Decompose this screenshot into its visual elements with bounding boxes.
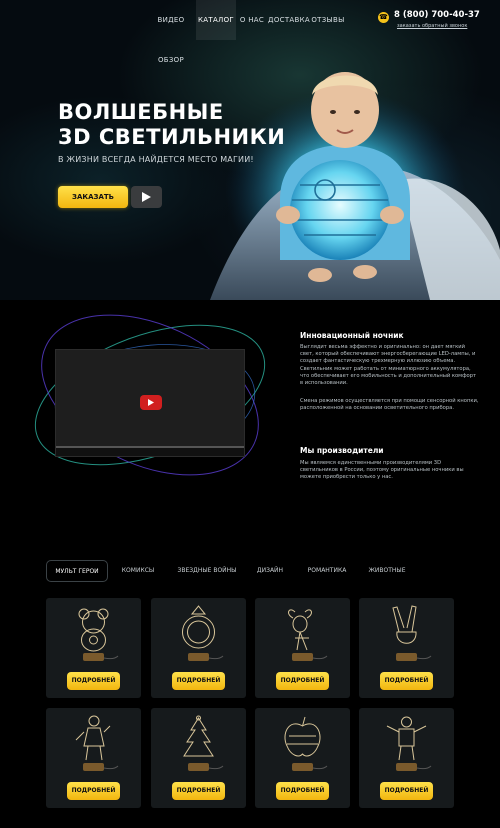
video-controls-bar (56, 448, 244, 456)
hero-kid-lamp-illustration (210, 72, 500, 300)
apple-lamp-icon (284, 716, 328, 771)
phone-icon: ☎ (378, 12, 389, 23)
more-button[interactable]: ПОДРОБНЕЙ (172, 672, 225, 690)
youtube-play-button[interactable] (140, 395, 162, 410)
manufacturers-text: Мы являемся единственными производителям… (300, 460, 464, 481)
tab-animals[interactable]: ЖИВОТНЫЕ (364, 560, 410, 582)
nav-item-delivery[interactable]: ДОСТАВКА (268, 0, 310, 40)
nav-item-catalog[interactable]: КАТАЛОГ (196, 0, 236, 40)
tab-comics[interactable]: КОМИКСЫ (116, 560, 160, 582)
tab-cartoon-heroes[interactable]: МУЛЬТ ГЕРОИ (46, 560, 108, 582)
hero-title-line1: ВОЛШЕБНЫЕ (58, 100, 224, 124)
tab-romance[interactable]: РОМАНТИКА (304, 560, 350, 582)
tab-star-wars[interactable]: ЗВЕЗДНЫЕ ВОЙНЫ (176, 560, 238, 582)
nav-item-about[interactable]: О НАС (236, 0, 268, 40)
more-button[interactable]: ПОДРОБНЕЙ (172, 782, 225, 800)
play-video-button[interactable] (131, 186, 162, 208)
innovative-nightlight-text: Выглядит весьма эффектно и оригинально: … (300, 344, 477, 387)
tab-design[interactable]: ДИЗАЙН (252, 560, 288, 582)
innovative-nightlight-title: Инновационный ночник (300, 331, 404, 340)
teddy-bear-lamp-icon (78, 608, 119, 661)
touch-button-text: Смена режимов осуществляется при помощи … (300, 398, 479, 412)
hero-figure-lamp-icon (75, 715, 119, 771)
product-card[interactable]: ПОДРОБНЕЙ (151, 598, 246, 698)
product-card[interactable]: ПОДРОБНЕЙ (151, 708, 246, 808)
christmas-tree-lamp-icon (183, 715, 224, 771)
goat-lamp-icon (288, 609, 328, 661)
product-card[interactable]: ПОДРОБНЕЙ (46, 598, 141, 698)
hero-title: ВОЛШЕБНЫЕ 3D СВЕТИЛЬНИКИ (58, 100, 285, 150)
more-button[interactable]: ПОДРОБНЕЙ (276, 782, 329, 800)
product-card[interactable]: ПОДРОБНЕЙ (255, 598, 350, 698)
play-icon (142, 192, 151, 202)
product-card[interactable]: ПОДРОБНЕЙ (46, 708, 141, 808)
more-button[interactable]: ПОДРОБНЕЙ (380, 782, 433, 800)
victory-hand-lamp-icon (392, 605, 432, 661)
more-button[interactable]: ПОДРОБНЕЙ (67, 782, 120, 800)
hero-title-line2: 3D СВЕТИЛЬНИКИ (58, 125, 286, 149)
product-card[interactable]: ПОДРОБНЕЙ (359, 708, 454, 808)
hero-section: ВИДЕО ОБЗОР КАТАЛОГ О НАС ДОСТАВКА ОТЗЫВ… (0, 0, 500, 300)
ring-lamp-icon (182, 605, 224, 661)
hero-subtitle: В ЖИЗНИ ВСЕГДА НАЙДЕТСЯ МЕСТО МАГИИ! (58, 155, 254, 164)
nav-item-video-review[interactable]: ВИДЕО ОБЗОР (146, 0, 196, 64)
order-button[interactable]: ЗАКАЗАТЬ (58, 186, 128, 208)
phone-number[interactable]: 8 (800) 700-40-37 (394, 10, 480, 20)
top-navigation: ВИДЕО ОБЗОР КАТАЛОГ О НАС ДОСТАВКА ОТЗЫВ… (0, 0, 500, 64)
more-button[interactable]: ПОДРОБНЕЙ (67, 672, 120, 690)
product-card[interactable]: ПОДРОБНЕЙ (359, 598, 454, 698)
more-button[interactable]: ПОДРОБНЕЙ (380, 672, 433, 690)
callback-link[interactable]: заказать обратный звонок (397, 23, 467, 29)
nav-item-reviews[interactable]: ОТЗЫВЫ (310, 0, 346, 40)
manufacturers-title: Мы производители (300, 446, 384, 455)
robot-figure-lamp-icon (386, 716, 432, 771)
product-card[interactable]: ПОДРОБНЕЙ (255, 708, 350, 808)
video-player[interactable] (55, 349, 245, 457)
more-button[interactable]: ПОДРОБНЕЙ (276, 672, 329, 690)
play-icon (148, 399, 154, 406)
